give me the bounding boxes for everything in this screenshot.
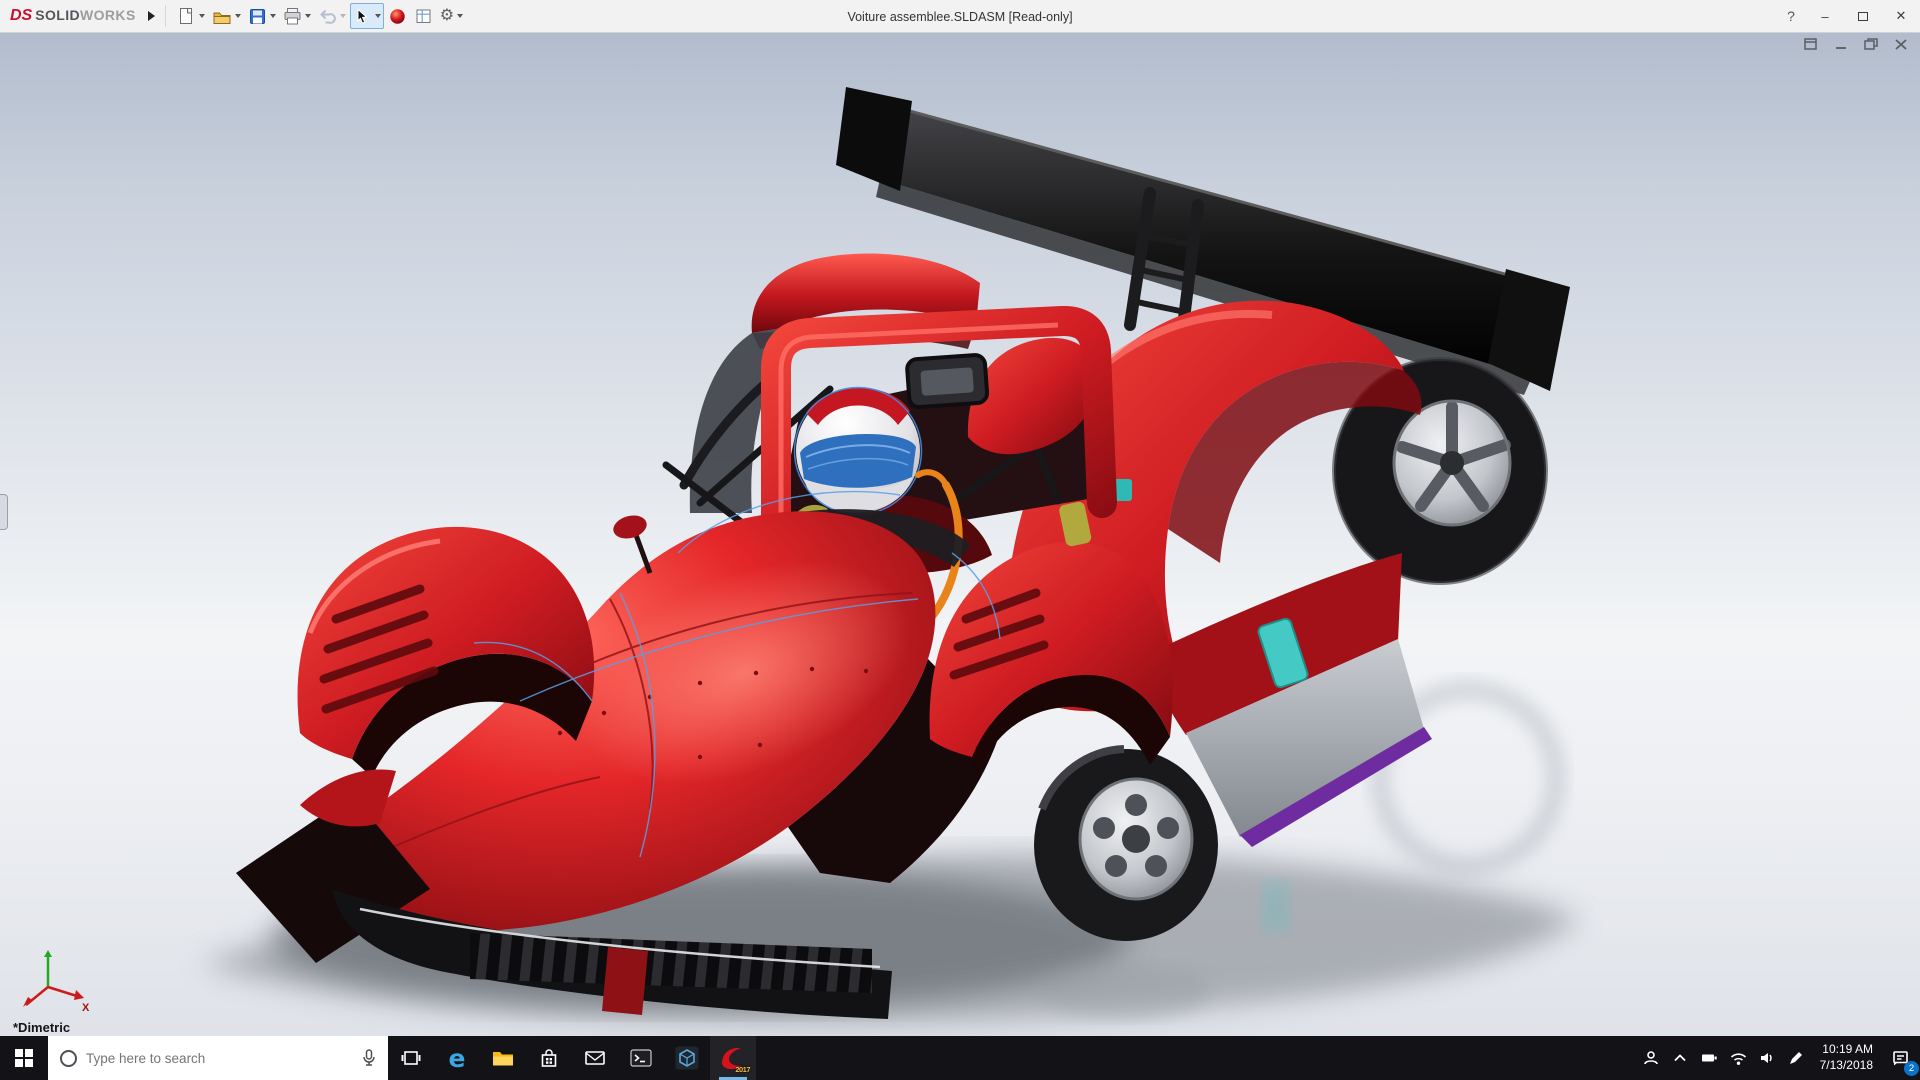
- save-icon: [248, 7, 267, 26]
- print-button[interactable]: [280, 3, 314, 29]
- select-button[interactable]: [350, 3, 384, 29]
- store-icon: [540, 1049, 558, 1068]
- triad-x-label: X: [82, 1002, 90, 1014]
- mirror-pod: [907, 354, 988, 407]
- task-view-icon: [401, 1049, 421, 1067]
- command-prompt-icon: [630, 1048, 652, 1068]
- people-button[interactable]: [1637, 1036, 1666, 1080]
- view-orientation-label: *Dimetric: [13, 1020, 70, 1035]
- taskbar-search[interactable]: [48, 1036, 388, 1080]
- open-button[interactable]: [209, 3, 244, 29]
- solidworks-logo: DS SOLID WORKS: [0, 7, 136, 25]
- system-tray: 10:19 AM 7/13/2018 2: [1637, 1036, 1920, 1080]
- doc-minimize-icon[interactable]: [1834, 38, 1848, 51]
- save-button[interactable]: [245, 3, 279, 29]
- new-document-button[interactable]: [174, 3, 208, 29]
- chevron-up-icon: [1672, 1051, 1688, 1065]
- gear-icon: ⚙: [440, 8, 454, 24]
- clock-time: 10:19 AM: [1822, 1042, 1873, 1058]
- front-wheel[interactable]: [1034, 749, 1218, 941]
- windows-taskbar: e: [0, 1036, 1920, 1080]
- mail-icon: [585, 1050, 605, 1066]
- undo-button[interactable]: [315, 3, 349, 29]
- divider: [165, 5, 166, 27]
- taskbar-app-cad-viewer[interactable]: [664, 1036, 710, 1080]
- select-cursor-icon: [353, 7, 372, 26]
- cad-viewer-cube-icon: [675, 1046, 699, 1070]
- print-icon: [283, 7, 302, 26]
- search-input[interactable]: [86, 1051, 353, 1066]
- document-window-controls: [1804, 38, 1908, 51]
- close-button[interactable]: ✕: [1882, 0, 1920, 32]
- side-mirror: [611, 512, 650, 542]
- restore-button[interactable]: [1844, 0, 1882, 32]
- car-model[interactable]: [0, 33, 1920, 1036]
- file-explorer-icon: [492, 1049, 514, 1067]
- quick-access-toolbar: ⚙: [174, 3, 466, 29]
- ds-logo: DS: [10, 7, 32, 25]
- task-view-button[interactable]: [388, 1036, 434, 1080]
- appearance-sphere-icon: [388, 7, 407, 26]
- taskbar-app-edge[interactable]: e: [434, 1036, 480, 1080]
- pen-icon: [1788, 1050, 1804, 1066]
- new-document-icon: [177, 7, 196, 26]
- microphone-icon[interactable]: [362, 1049, 376, 1067]
- doc-restore-icon[interactable]: [1864, 38, 1878, 51]
- appearances-button[interactable]: [385, 3, 410, 29]
- minimize-button[interactable]: –: [1806, 0, 1844, 32]
- solidworks-year-label: 2017: [735, 1065, 750, 1074]
- options-button[interactable]: ⚙: [437, 3, 466, 29]
- doc-window-icon[interactable]: [1804, 38, 1818, 51]
- battery-button[interactable]: [1695, 1036, 1724, 1080]
- volume-button[interactable]: [1753, 1036, 1782, 1080]
- cortana-icon: [60, 1050, 77, 1067]
- start-button[interactable]: [0, 1036, 48, 1080]
- open-icon: [212, 7, 232, 26]
- driver-helmet[interactable]: [795, 388, 922, 515]
- volume-icon: [1759, 1050, 1776, 1066]
- help-button[interactable]: ?: [1776, 0, 1806, 32]
- taskbar-clock[interactable]: 10:19 AM 7/13/2018: [1811, 1042, 1882, 1073]
- drawing-sheet-button[interactable]: [411, 3, 436, 29]
- taskbar-app-command-prompt[interactable]: [618, 1036, 664, 1080]
- panel-collapse-handle[interactable]: [0, 494, 8, 530]
- doc-close-icon[interactable]: [1894, 38, 1908, 51]
- battery-icon: [1701, 1050, 1718, 1066]
- app-titlebar: DS SOLID WORKS: [0, 0, 1920, 33]
- taskbar-app-solidworks[interactable]: 2017: [710, 1036, 756, 1080]
- notification-badge: 2: [1904, 1061, 1919, 1076]
- network-wifi-icon: [1730, 1051, 1747, 1066]
- clock-date: 7/13/2018: [1820, 1058, 1873, 1074]
- windows-logo-icon: [15, 1049, 33, 1067]
- hidden-icons-button[interactable]: [1666, 1036, 1695, 1080]
- network-button[interactable]: [1724, 1036, 1753, 1080]
- taskbar-app-file-explorer[interactable]: [480, 1036, 526, 1080]
- menu-flyout-icon[interactable]: [148, 11, 155, 21]
- drawing-sheet-icon: [414, 7, 433, 26]
- undo-icon: [318, 7, 337, 25]
- people-icon: [1643, 1050, 1659, 1066]
- taskbar-app-store[interactable]: [526, 1036, 572, 1080]
- taskbar-app-mail[interactable]: [572, 1036, 618, 1080]
- pen-button[interactable]: [1782, 1036, 1811, 1080]
- edge-icon: e: [449, 1044, 466, 1073]
- orientation-triad: X: [8, 943, 92, 1020]
- action-center-button[interactable]: 2: [1882, 1036, 1920, 1080]
- graphics-area[interactable]: X *Dimetric: [0, 33, 1920, 1036]
